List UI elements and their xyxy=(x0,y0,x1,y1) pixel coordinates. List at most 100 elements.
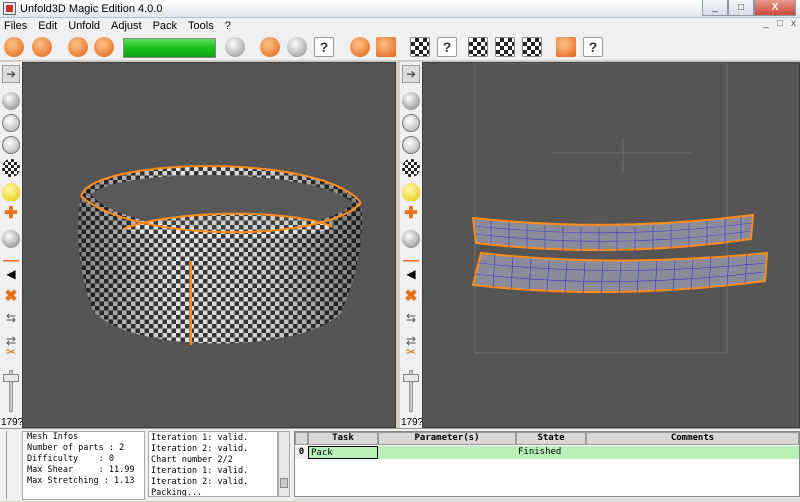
parameters-column-header[interactable]: Parameter(s) xyxy=(378,432,516,445)
minimize-button[interactable]: _ xyxy=(702,0,728,16)
delete-icon[interactable]: ✖ xyxy=(2,288,20,306)
comments-cell[interactable] xyxy=(586,446,799,459)
menu-edit[interactable]: Edit xyxy=(38,20,57,32)
center-icon[interactable]: ✚ xyxy=(2,205,20,223)
progress-bar xyxy=(123,38,216,58)
state-column-header[interactable]: State xyxy=(516,432,586,445)
panel-grip[interactable] xyxy=(6,431,14,499)
undo-icon[interactable] xyxy=(68,37,88,57)
menu-unfold[interactable]: Unfold xyxy=(68,20,100,32)
menu-adjust[interactable]: Adjust xyxy=(111,20,142,32)
task-cell[interactable]: Pack xyxy=(308,446,378,459)
maximize-button[interactable]: □ xyxy=(728,0,754,16)
close-button[interactable]: X xyxy=(754,0,796,16)
uv-delete-icon[interactable]: ✖ xyxy=(402,288,420,306)
log-scroll-thumb[interactable] xyxy=(280,478,288,488)
light-icon[interactable] xyxy=(2,183,20,201)
uv-edge-icon[interactable]: ⇆ xyxy=(402,311,420,329)
uv-triangle-icon[interactable]: ◀ xyxy=(402,267,420,285)
uv-layout-view xyxy=(471,63,769,354)
wire-sphere-2-icon[interactable] xyxy=(2,136,20,154)
uv-camera-icon[interactable] xyxy=(402,230,420,248)
uv-zoom-value: 179? xyxy=(401,417,424,428)
uv-wire-2-icon[interactable] xyxy=(402,136,420,154)
menu-help[interactable]: ? xyxy=(225,20,231,32)
checker-sphere-icon[interactable] xyxy=(2,159,20,177)
mesh-infos-title: Mesh Infos xyxy=(27,432,79,442)
uv-sphere-icon[interactable] xyxy=(402,92,420,110)
state-cell[interactable]: Finished xyxy=(516,446,586,459)
mesh-info-line: Difficulty : 0 xyxy=(27,454,114,464)
left-tool-column: ➔ ✚ — ◀ ✖ ⇆ ⇄ ✂ 179? xyxy=(0,62,24,430)
open-icon[interactable] xyxy=(4,37,24,57)
table-hscrollbar[interactable] xyxy=(294,498,800,502)
edge-icon[interactable]: ⇆ xyxy=(2,311,20,329)
camera-icon[interactable] xyxy=(225,37,245,57)
progress-fill xyxy=(124,39,215,57)
uv-split-icon[interactable]: ✂ xyxy=(402,345,420,363)
help-checker-icon[interactable]: ? xyxy=(437,37,457,57)
camera-view-icon[interactable] xyxy=(2,230,20,248)
checker-2-icon[interactable] xyxy=(468,37,488,57)
triangle-icon[interactable]: ◀ xyxy=(2,267,20,285)
uv-checker-icon[interactable] xyxy=(402,159,420,177)
mesh-3d-view xyxy=(78,165,363,345)
comments-column-header[interactable]: Comments xyxy=(586,432,799,445)
zoom-slider-thumb[interactable] xyxy=(3,374,19,382)
log-line: Iteration 2: valid. xyxy=(151,444,249,454)
redo-icon[interactable] xyxy=(94,37,114,57)
mdi-minimize-button[interactable]: _ xyxy=(763,18,769,29)
uv-center-icon[interactable]: ✚ xyxy=(402,205,420,223)
viewport-3d[interactable] xyxy=(22,62,396,428)
weld-icon[interactable] xyxy=(287,37,307,57)
menu-tools[interactable]: Tools xyxy=(188,20,214,32)
checker-3-icon[interactable] xyxy=(495,37,515,57)
log-line: Iteration 1: valid. xyxy=(151,466,249,476)
sphere-icon[interactable] xyxy=(2,92,20,110)
log-scrollbar[interactable] xyxy=(278,431,290,497)
uv-grid xyxy=(474,63,728,354)
mesh-infos-panel: Mesh Infos Number of parts : 2 Difficult… xyxy=(22,431,145,500)
parameters-cell[interactable] xyxy=(378,446,516,459)
mdi-close-button[interactable]: x xyxy=(791,18,796,29)
index-column-header xyxy=(295,432,308,445)
uv-shell-bottom xyxy=(471,251,769,296)
mesh-info-line: Max Shear : 11.99 xyxy=(27,465,135,475)
uv-zoom-slider-thumb[interactable] xyxy=(403,374,419,382)
transfer-icon[interactable]: ➔ xyxy=(2,65,20,83)
help-pack-icon[interactable]: ? xyxy=(583,37,603,57)
cut-icon[interactable] xyxy=(260,37,280,57)
save-icon[interactable] xyxy=(32,37,52,57)
uv-shell-top xyxy=(471,213,755,253)
log-line: Iteration 1: valid. xyxy=(151,433,249,443)
wire-sphere-icon[interactable] xyxy=(2,114,20,132)
optimize-icon[interactable] xyxy=(350,37,370,57)
mesh-info-line: Number of parts : 2 xyxy=(27,443,125,453)
mdi-restore-button[interactable]: □ xyxy=(777,18,783,29)
help-unfold-icon[interactable]: ? xyxy=(314,37,334,57)
viewport-uv[interactable] xyxy=(422,62,800,428)
title-bar: Unfold3D Magic Edition 4.0.0 _ □ X xyxy=(0,0,800,18)
split-icon[interactable]: ✂ xyxy=(2,345,20,363)
log-line: Packing... xyxy=(151,488,203,497)
uv-light-icon[interactable] xyxy=(402,183,420,201)
transfer-back-icon[interactable]: ➔ xyxy=(402,65,420,83)
checker-1-icon[interactable] xyxy=(410,37,430,57)
window-title: Unfold3D Magic Edition 4.0.0 xyxy=(20,2,163,15)
log-panel[interactable]: Iteration 1: valid. Iteration 2: valid. … xyxy=(148,431,278,497)
row-index: 0 xyxy=(295,446,308,459)
stop-icon[interactable] xyxy=(376,37,396,57)
right-tool-column: ➔ ✚ — ◀ ✖ ⇆ ⇄ ✂ 179? xyxy=(400,62,424,430)
checker-4-icon[interactable] xyxy=(522,37,542,57)
log-line: Iteration 2: valid. xyxy=(151,477,249,487)
log-line: Chart number 2/2 xyxy=(151,455,233,465)
zoom-value: 179? xyxy=(1,417,24,428)
task-column-header[interactable]: Task xyxy=(308,432,378,445)
mesh-info-line: Max Stretching : 1.13 xyxy=(27,476,135,486)
menu-pack[interactable]: Pack xyxy=(153,20,177,32)
task-table: Task Parameter(s) State Comments 0 Pack … xyxy=(294,431,800,497)
menu-files[interactable]: Files xyxy=(4,20,27,32)
main-toolbar: ? ? ? xyxy=(0,33,800,61)
uv-wire-icon[interactable] xyxy=(402,114,420,132)
pack-icon[interactable] xyxy=(556,37,576,57)
